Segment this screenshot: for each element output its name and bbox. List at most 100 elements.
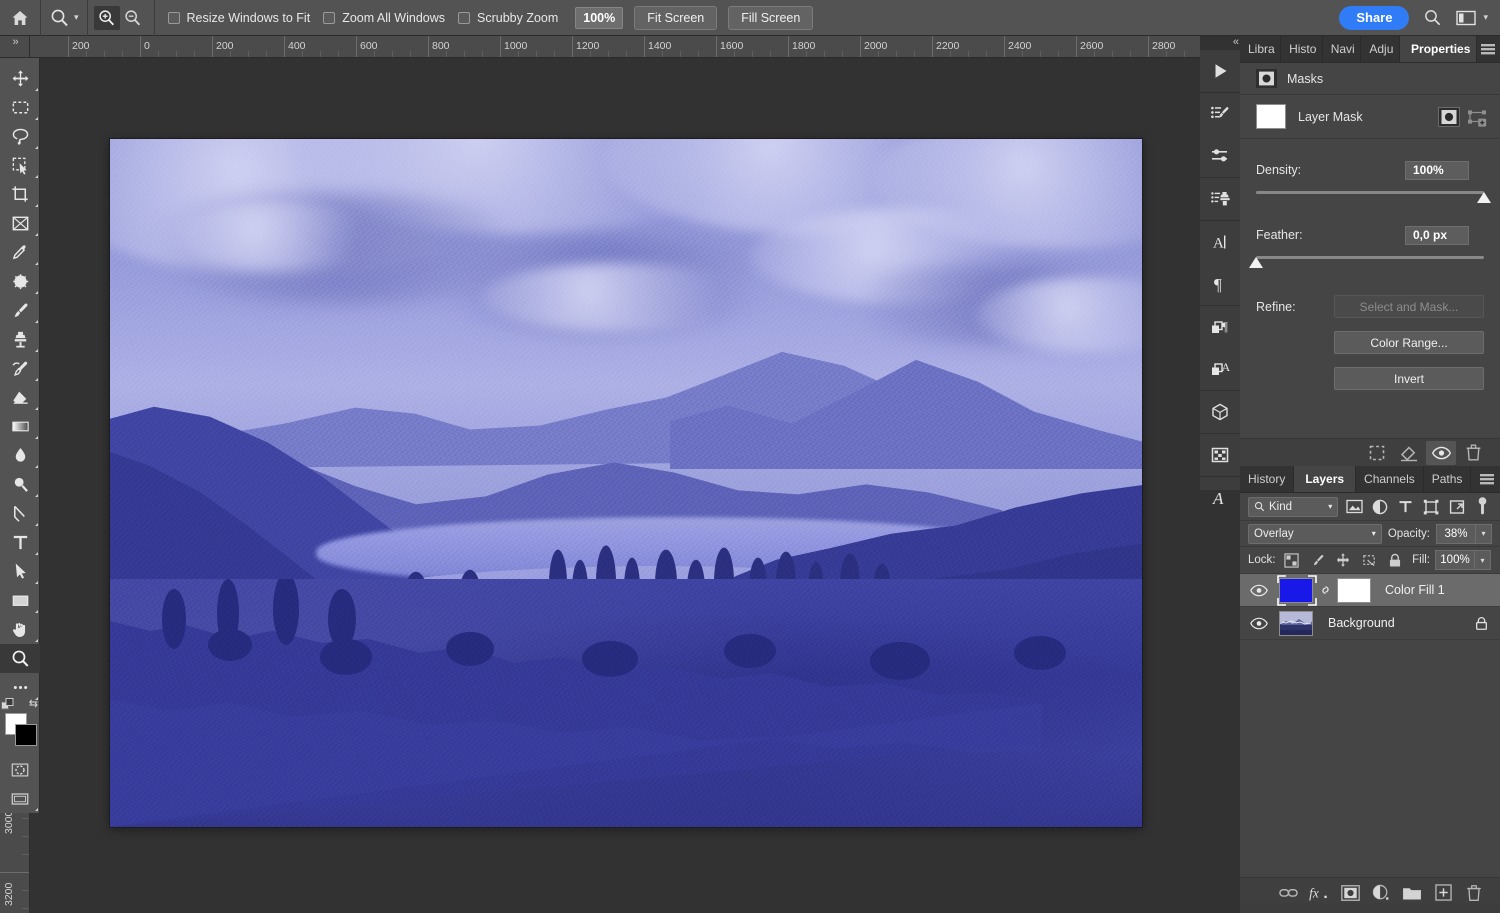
fill-chevron-down-icon[interactable]: ▾ bbox=[1475, 550, 1491, 570]
spot-healing-tool[interactable] bbox=[0, 267, 40, 296]
character-styles-icon[interactable]: A bbox=[1200, 348, 1240, 390]
feather-slider[interactable] bbox=[1256, 253, 1484, 269]
screen-mode-icon[interactable] bbox=[0, 784, 40, 813]
actions-icon[interactable] bbox=[1200, 50, 1240, 92]
resize-windows-to-fit-checkbox[interactable]: Resize Windows to Fit bbox=[168, 11, 311, 25]
tab-layers[interactable]: Layers bbox=[1294, 466, 1356, 492]
feather-input[interactable]: 0,0 px bbox=[1405, 226, 1469, 245]
add-layer-mask-icon[interactable] bbox=[1336, 880, 1364, 906]
home-icon[interactable] bbox=[0, 0, 40, 36]
opacity-input[interactable]: 38% bbox=[1436, 524, 1476, 544]
filter-adjustment-icon[interactable] bbox=[1371, 497, 1390, 517]
layer-thumbnail[interactable] bbox=[1278, 577, 1314, 604]
link-mask-icon[interactable] bbox=[1320, 581, 1331, 599]
lock-artboard-nesting-icon[interactable] bbox=[1359, 550, 1380, 571]
add-pixel-mask-icon[interactable] bbox=[1438, 107, 1460, 127]
type-tool[interactable] bbox=[0, 528, 40, 557]
layer-name[interactable]: Background bbox=[1328, 616, 1395, 630]
zoom-level-input[interactable]: 100% bbox=[575, 7, 623, 29]
zoom-out-icon[interactable] bbox=[120, 6, 146, 30]
reset-colors-icon[interactable] bbox=[1, 698, 15, 712]
slider-thumb[interactable] bbox=[1477, 192, 1491, 203]
share-button[interactable]: Share bbox=[1339, 6, 1409, 30]
blend-mode-select[interactable]: Overlay ▾ bbox=[1248, 524, 1382, 544]
add-vector-mask-icon[interactable] bbox=[1466, 107, 1488, 127]
density-slider[interactable] bbox=[1256, 188, 1484, 204]
chevron-down-icon[interactable]: ▾ bbox=[1483, 13, 1488, 22]
glyphs-icon[interactable]: A bbox=[1200, 477, 1240, 519]
collapse-left-dock-icon[interactable]: » bbox=[2, 36, 28, 48]
lock-transparent-pixels-icon[interactable] bbox=[1281, 550, 1302, 571]
paragraph-icon[interactable]: ¶ bbox=[1200, 263, 1240, 305]
canvas-area[interactable] bbox=[30, 58, 1200, 913]
gradient-tool[interactable] bbox=[0, 412, 40, 441]
slider-thumb[interactable] bbox=[1249, 257, 1263, 268]
table-row[interactable]: Background bbox=[1240, 607, 1500, 640]
search-icon[interactable] bbox=[1423, 8, 1442, 27]
fill-screen-button[interactable]: Fill Screen bbox=[728, 6, 813, 30]
tab-navigator[interactable]: Navi bbox=[1323, 36, 1362, 62]
zoom-in-icon[interactable] bbox=[94, 6, 120, 30]
fill-input[interactable]: 100% bbox=[1435, 550, 1475, 570]
eraser-tool[interactable] bbox=[0, 383, 40, 412]
shape-tool[interactable] bbox=[0, 586, 40, 615]
path-selection-tool[interactable] bbox=[0, 557, 40, 586]
layer-style-fx-icon[interactable]: fx bbox=[1305, 880, 1333, 906]
dodge-tool[interactable] bbox=[0, 470, 40, 499]
new-layer-icon[interactable] bbox=[1429, 880, 1457, 906]
scrubby-zoom-checkbox[interactable]: Scrubby Zoom bbox=[458, 11, 558, 25]
active-tool-indicator[interactable]: ▾ bbox=[41, 0, 87, 36]
lock-image-pixels-icon[interactable] bbox=[1307, 550, 1328, 571]
new-group-icon[interactable] bbox=[1398, 880, 1426, 906]
layer-name[interactable]: Color Fill 1 bbox=[1385, 583, 1445, 597]
checkbox-box[interactable] bbox=[323, 12, 335, 24]
crop-tool[interactable] bbox=[0, 180, 40, 209]
rectangular-select-tool[interactable] bbox=[0, 93, 40, 122]
checkbox-box[interactable] bbox=[458, 12, 470, 24]
chevron-down-icon[interactable]: ▾ bbox=[74, 13, 79, 22]
filter-shape-icon[interactable] bbox=[1422, 497, 1441, 517]
swap-colors-icon[interactable]: ⇆ bbox=[29, 697, 38, 710]
panel-menu-icon[interactable] bbox=[1474, 466, 1500, 492]
filter-smart-object-icon[interactable] bbox=[1448, 497, 1467, 517]
layer-visibility-toggle[interactable] bbox=[1246, 617, 1272, 630]
fit-screen-button[interactable]: Fit Screen bbox=[634, 6, 717, 30]
lock-position-icon[interactable] bbox=[1333, 550, 1354, 571]
quick-mask-icon[interactable] bbox=[0, 755, 40, 784]
zoom-tool[interactable] bbox=[0, 644, 40, 673]
brush-tool[interactable] bbox=[0, 296, 40, 325]
workspace-icon[interactable] bbox=[1456, 10, 1476, 26]
tab-properties[interactable]: Properties bbox=[1400, 36, 1477, 62]
link-layers-icon[interactable] bbox=[1274, 880, 1302, 906]
select-and-mask-button[interactable]: Select and Mask... bbox=[1334, 295, 1484, 318]
layer-thumbnail[interactable] bbox=[1278, 610, 1314, 637]
tab-libraries[interactable]: Libra bbox=[1240, 36, 1281, 62]
horizontal-ruler[interactable]: 2000200400600800100012001400160018002000… bbox=[30, 36, 1200, 58]
brush-settings-icon[interactable] bbox=[1200, 93, 1240, 135]
toggle-mask-icon[interactable] bbox=[1426, 441, 1456, 465]
apply-mask-icon[interactable] bbox=[1394, 441, 1424, 465]
chevron-down-icon[interactable]: ▾ bbox=[1372, 529, 1376, 538]
opacity-chevron-down-icon[interactable]: ▾ bbox=[1476, 524, 1492, 544]
paragraph-styles-icon[interactable]: ¶ bbox=[1200, 306, 1240, 348]
lock-all-icon[interactable] bbox=[1385, 550, 1406, 571]
table-row[interactable]: Color Fill 1 bbox=[1240, 574, 1500, 607]
tab-history[interactable]: Histo bbox=[1281, 36, 1323, 62]
filter-toggle-icon[interactable] bbox=[1473, 497, 1492, 517]
clone-stamp-tool[interactable] bbox=[0, 325, 40, 354]
frame-tool[interactable] bbox=[0, 209, 40, 238]
invert-button[interactable]: Invert bbox=[1334, 367, 1484, 390]
lasso-tool[interactable] bbox=[0, 122, 40, 151]
layer-visibility-toggle[interactable] bbox=[1246, 584, 1272, 597]
layer-mask-thumbnail[interactable] bbox=[1337, 578, 1371, 603]
filter-pixel-icon[interactable] bbox=[1345, 497, 1364, 517]
delete-mask-icon[interactable] bbox=[1458, 441, 1488, 465]
load-selection-icon[interactable] bbox=[1362, 441, 1392, 465]
history-brush-tool[interactable] bbox=[0, 354, 40, 383]
blur-tool[interactable] bbox=[0, 441, 40, 470]
brushes-icon[interactable] bbox=[1200, 135, 1240, 177]
filter-type-icon[interactable] bbox=[1396, 497, 1415, 517]
delete-layer-icon[interactable] bbox=[1460, 880, 1488, 906]
tab-channels[interactable]: Channels bbox=[1356, 466, 1424, 492]
new-adjustment-layer-icon[interactable] bbox=[1367, 880, 1395, 906]
